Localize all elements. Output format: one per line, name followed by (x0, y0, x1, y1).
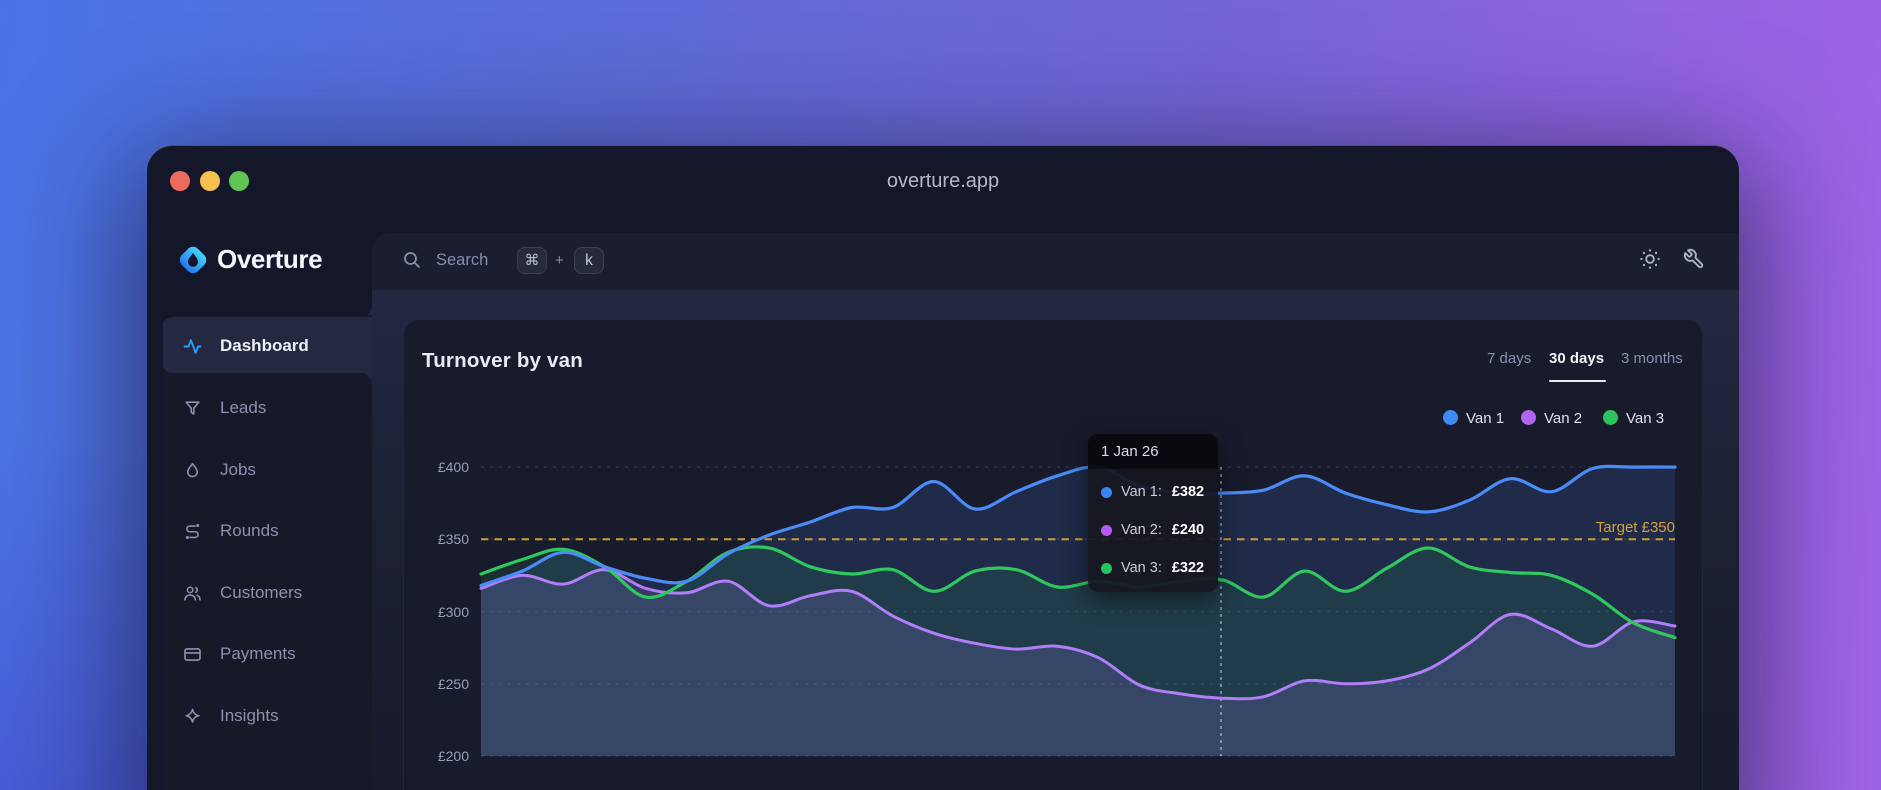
svg-text:Target £350: Target £350 (1596, 519, 1675, 536)
